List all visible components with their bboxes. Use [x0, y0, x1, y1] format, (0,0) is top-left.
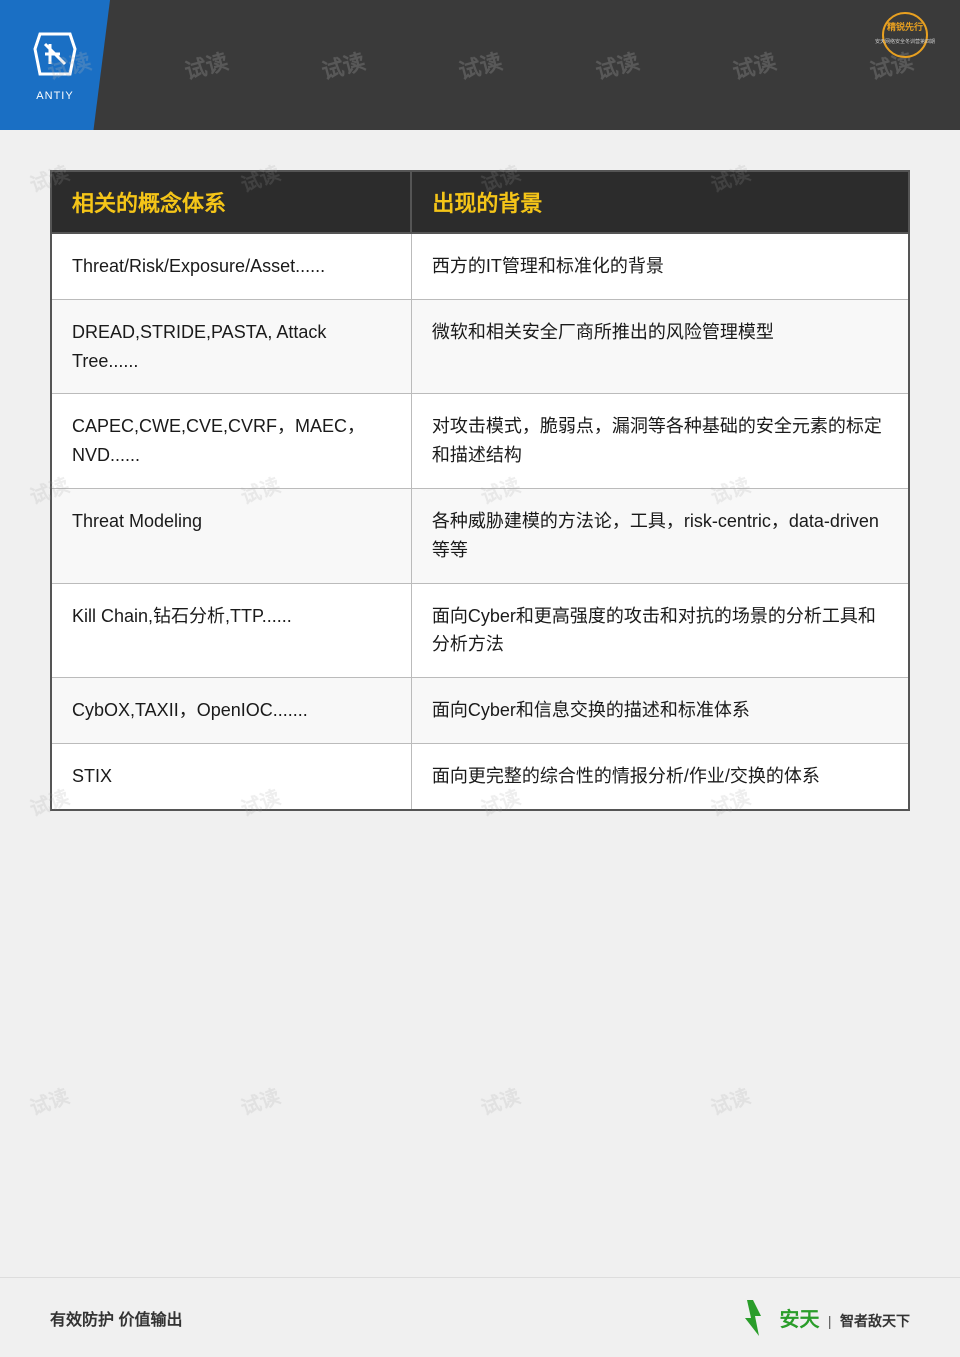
top-right-brand: 精锐先行 安天网络安全冬训营第四期	[870, 10, 940, 60]
header: ANTIY 试读 试读 试读 试读 试读 试读 试读 精锐先行 安天网络安全冬训…	[0, 0, 960, 130]
table-cell-left-4: Kill Chain,钻石分析,TTP......	[51, 583, 411, 678]
table-cell-right-2: 对攻击模式，脆弱点，漏洞等各种基础的安全元素的标定和描述结构	[411, 394, 909, 489]
table-cell-left-3: Threat Modeling	[51, 488, 411, 583]
table-cell-left-2: CAPEC,CWE,CVE,CVRF，MAEC，NVD......	[51, 394, 411, 489]
watermark-2: 试读	[180, 44, 231, 86]
table-cell-right-6: 面向更完整的综合性的情报分析/作业/交换的体系	[411, 743, 909, 809]
svg-text:精锐先行: 精锐先行	[887, 21, 923, 32]
table-row: STIX面向更完整的综合性的情报分析/作业/交换的体系	[51, 743, 909, 809]
main-content: 相关的概念体系 出现的背景 Threat/Risk/Exposure/Asset…	[0, 130, 960, 851]
watermark-6: 试读	[729, 44, 780, 86]
table-cell-right-5: 面向Cyber和信息交换的描述和标准体系	[411, 678, 909, 744]
logo-box: ANTIY	[0, 0, 110, 130]
table-row: Threat Modeling各种威胁建模的方法论，工具，risk-centri…	[51, 488, 909, 583]
table-cell-right-4: 面向Cyber和更高强度的攻击和对抗的场景的分析工具和分析方法	[411, 583, 909, 678]
bwm-16: 试读	[707, 1080, 755, 1121]
table-cell-right-0: 西方的IT管理和标准化的背景	[411, 233, 909, 299]
footer-slogan: 智者敌天下	[840, 1313, 910, 1329]
table-cell-left-5: CybOX,TAXII，OpenIOC.......	[51, 678, 411, 744]
watermark-3: 试读	[317, 44, 368, 86]
footer-brand-container: 安天 | 智者敌天下	[733, 1298, 910, 1338]
footer-divider: |	[828, 1313, 832, 1329]
footer-brand-text: 安天 | 智者敌天下	[779, 1303, 910, 1332]
watermark-4: 试读	[455, 44, 506, 86]
footer-logo: 安天 | 智者敌天下	[733, 1298, 910, 1338]
table-row: CybOX,TAXII，OpenIOC.......面向Cyber和信息交换的描…	[51, 678, 909, 744]
bwm-15: 试读	[476, 1080, 524, 1121]
table-row: CAPEC,CWE,CVE,CVRF，MAEC，NVD......对攻击模式，脆…	[51, 394, 909, 489]
table-row: DREAD,STRIDE,PASTA, Attack Tree......微软和…	[51, 299, 909, 394]
logo-text: ANTIY	[36, 90, 73, 102]
bwm-14: 试读	[236, 1080, 284, 1121]
logo-icon	[30, 29, 80, 86]
table-cell-right-1: 微软和相关安全厂商所推出的风险管理模型	[411, 299, 909, 394]
col1-header: 相关的概念体系	[51, 171, 411, 233]
table-row: Threat/Risk/Exposure/Asset......西方的IT管理和…	[51, 233, 909, 299]
footer-tagline: 有效防护 价值输出	[50, 1306, 182, 1330]
info-table: 相关的概念体系 出现的背景 Threat/Risk/Exposure/Asset…	[50, 170, 910, 811]
table-cell-left-6: STIX	[51, 743, 411, 809]
footer-logo-svg	[733, 1298, 773, 1338]
table-cell-left-0: Threat/Risk/Exposure/Asset......	[51, 233, 411, 299]
table-cell-left-1: DREAD,STRIDE,PASTA, Attack Tree......	[51, 299, 411, 394]
footer: 有效防护 价值输出 安天 | 智者敌天下	[0, 1277, 960, 1357]
header-watermark-area: 试读 试读 试读 试读 试读 试读 试读	[0, 0, 960, 130]
watermark-5: 试读	[592, 44, 643, 86]
svg-text:安天网络安全冬训营第四期: 安天网络安全冬训营第四期	[875, 38, 935, 45]
bwm-13: 试读	[25, 1080, 73, 1121]
col2-header: 出现的背景	[411, 171, 909, 233]
footer-antiy-cn: 安天	[779, 1309, 819, 1331]
table-cell-right-3: 各种威胁建模的方法论，工具，risk-centric，data-driven等等	[411, 488, 909, 583]
table-row: Kill Chain,钻石分析,TTP......面向Cyber和更高强度的攻击…	[51, 583, 909, 678]
